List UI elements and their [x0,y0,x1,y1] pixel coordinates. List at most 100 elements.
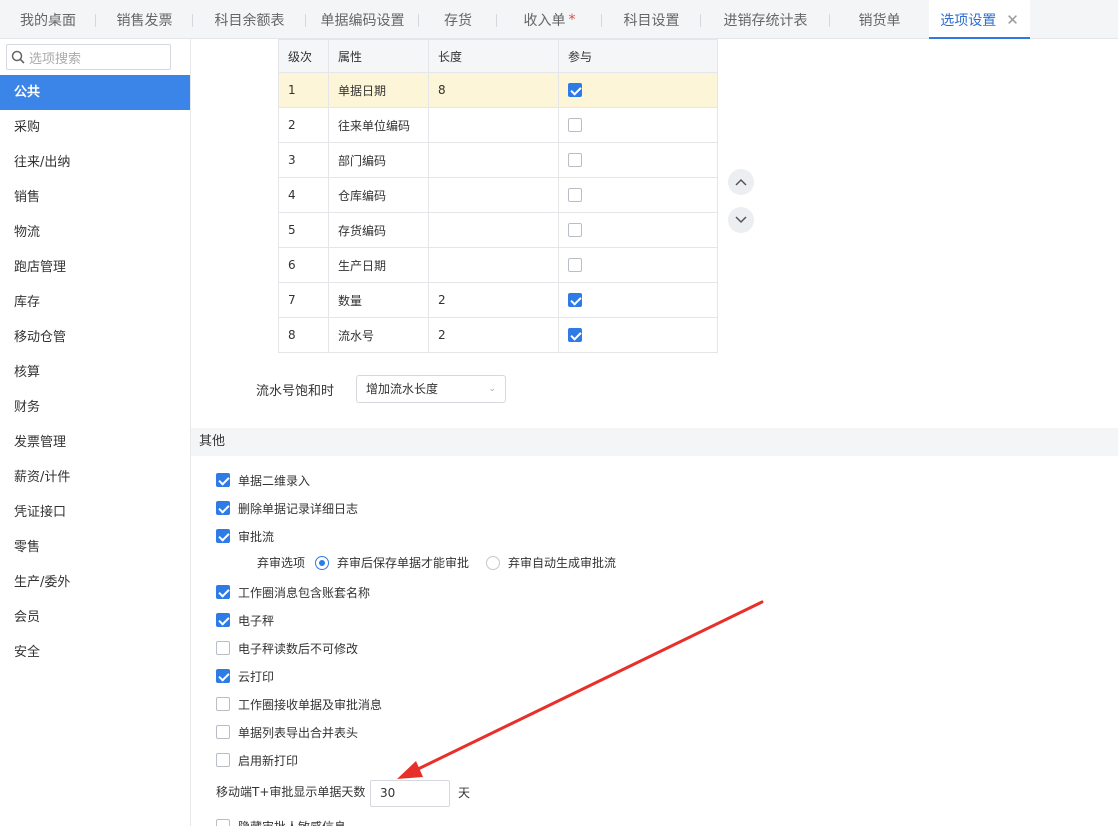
checkbox[interactable] [216,585,230,599]
table-row[interactable]: 7 数量 2 [278,282,718,318]
table-row[interactable]: 1 单据日期 8 [278,72,718,108]
option-label: 隐藏审批人敏感信息 [238,818,346,826]
option-circle-receive[interactable]: 工作圈接收单据及审批消息 [216,694,382,714]
tab-sales-order[interactable]: 销货单 [830,0,929,39]
checkbox[interactable] [216,501,230,515]
option-export-merge-header[interactable]: 单据列表导出合并表头 [216,722,358,742]
tab-label: 选项设置 [940,12,997,29]
saturation-select[interactable]: 增加流水长度 ⌄ [356,375,506,403]
chevron-down-icon: ⌄ [488,384,496,394]
cell-participate [558,177,718,213]
option-scale-readonly[interactable]: 电子秤读数后不可修改 [216,638,358,658]
participate-checkbox[interactable] [568,153,582,168]
option-circle-account-name[interactable]: 工作圈消息包含账套名称 [216,582,370,602]
cell-attr: 存货编码 [328,212,429,248]
tab-sales-invoice[interactable]: 销售发票 [96,0,193,39]
checkbox[interactable] [216,669,230,683]
checkbox[interactable] [216,725,230,739]
participate-checkbox[interactable] [568,223,582,238]
move-up-button[interactable] [728,169,754,195]
tab-options-settings[interactable]: 选项设置 ✕ [929,0,1030,39]
saturation-label: 流水号饱和时 [256,384,335,399]
sidebar-item-public[interactable]: 公共 [0,75,190,110]
sidebar-item-retail[interactable]: 零售 [0,530,190,565]
sidebar-item-security[interactable]: 安全 [0,635,190,670]
abandon-radio-2[interactable] [486,555,501,570]
participate-checkbox[interactable] [568,258,582,273]
checkbox[interactable] [216,613,230,627]
option-new-print[interactable]: 启用新打印 [216,750,298,770]
checkbox[interactable] [216,819,230,826]
table-row[interactable]: 8 流水号 2 [278,317,718,353]
checkbox[interactable] [216,641,230,655]
sidebar-item-voucher[interactable]: 凭证接口 [0,495,190,530]
sidebar-item-mobile-warehouse[interactable]: 移动仓管 [0,320,190,355]
abandon-option-2-label: 弃审自动生成审批流 [508,556,617,570]
checkbox[interactable] [216,753,230,767]
cell-level: 5 [278,212,329,248]
table-row[interactable]: 3 部门编码 [278,142,718,178]
option-delete-log[interactable]: 删除单据记录详细日志 [216,498,358,518]
participate-checkbox[interactable] [568,293,582,308]
cell-attr: 仓库编码 [328,177,429,213]
table-row[interactable]: 2 往来单位编码 [278,107,718,143]
search-input[interactable]: 选项搜索 [6,44,171,70]
sidebar-item-purchase[interactable]: 采购 [0,110,190,145]
sidebar: 选项搜索 公共 采购 往来/出纳 销售 物流 跑店管理 库存 移动仓管 核算 财… [0,39,191,826]
tab-label: 存货 [444,12,472,29]
sidebar-item-logistics[interactable]: 物流 [0,215,190,250]
checkbox[interactable] [216,529,230,543]
option-cloud-print[interactable]: 云打印 [216,666,274,686]
sidebar-item-invoice[interactable]: 发票管理 [0,425,190,460]
sidebar-item-sales[interactable]: 销售 [0,180,190,215]
cell-length[interactable] [428,247,559,283]
tab-doc-code-settings[interactable]: 单据编码设置 [306,0,419,39]
tab-inventory-stats[interactable]: 进销存统计表 [701,0,830,39]
tab-income[interactable]: 收入单 * [497,0,602,39]
sidebar-item-production[interactable]: 生产/委外 [0,565,190,600]
cell-length[interactable]: 8 [428,72,559,108]
section-other-header: 其他 [191,428,1118,456]
tab-account-settings[interactable]: 科目设置 [602,0,701,39]
cell-length[interactable] [428,177,559,213]
option-label: 工作圈消息包含账套名称 [238,585,371,600]
tab-desktop[interactable]: 我的桌面 [0,0,96,39]
participate-checkbox[interactable] [568,83,582,98]
checkbox[interactable] [216,473,230,487]
table-row[interactable]: 5 存货编码 [278,212,718,248]
close-icon[interactable]: ✕ [1006,11,1019,29]
option-approval-flow[interactable]: 审批流 [216,526,274,546]
tab-account-balance[interactable]: 科目余额表 [193,0,306,39]
cell-participate [558,212,718,248]
tab-label: 科目设置 [623,12,680,29]
cell-participate [558,142,718,178]
cell-length[interactable] [428,212,559,248]
cell-length[interactable]: 2 [428,317,559,353]
option-hide-approver-info[interactable]: 隐藏审批人敏感信息 [216,816,346,826]
cell-participate [558,107,718,143]
approval-days-input[interactable]: 30 [370,780,450,807]
participate-checkbox[interactable] [568,328,582,343]
cell-length[interactable] [428,142,559,178]
sidebar-item-payroll[interactable]: 薪资/计件 [0,460,190,495]
cell-length[interactable] [428,107,559,143]
table-row[interactable]: 4 仓库编码 [278,177,718,213]
sidebar-item-finance[interactable]: 财务 [0,390,190,425]
sidebar-item-costing[interactable]: 核算 [0,355,190,390]
move-down-button[interactable] [728,207,754,233]
participate-checkbox[interactable] [568,118,582,133]
participate-checkbox[interactable] [568,188,582,203]
sidebar-item-ar-cashier[interactable]: 往来/出纳 [0,145,190,180]
option-label: 单据列表导出合并表头 [238,725,359,740]
sidebar-item-stock[interactable]: 库存 [0,285,190,320]
cell-participate [558,72,718,108]
checkbox[interactable] [216,697,230,711]
option-scale[interactable]: 电子秤 [216,610,274,630]
option-2d-entry[interactable]: 单据二维录入 [216,470,310,490]
abandon-radio-1[interactable] [315,555,330,570]
sidebar-item-member[interactable]: 会员 [0,600,190,635]
table-row[interactable]: 6 生产日期 [278,247,718,283]
cell-length[interactable]: 2 [428,282,559,318]
sidebar-item-store-visit[interactable]: 跑店管理 [0,250,190,285]
tab-inventory[interactable]: 存货 [419,0,497,39]
